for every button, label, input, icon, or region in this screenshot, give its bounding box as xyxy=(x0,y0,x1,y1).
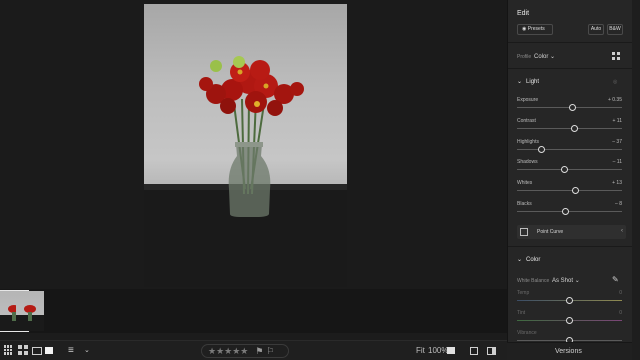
star-rating[interactable]: ★★★★★ ⚑ ⚐ xyxy=(201,344,289,358)
chevron-down-icon: ⌄ xyxy=(574,278,580,284)
versions-label: Versions xyxy=(555,348,582,355)
main-photo[interactable] xyxy=(144,4,347,287)
slider-label: Highlights xyxy=(517,139,539,145)
slider-value[interactable]: – 11 xyxy=(613,159,622,165)
chevron-down-icon: ⌄ xyxy=(550,54,556,60)
rating-stars[interactable]: ★★★★★ xyxy=(208,346,248,357)
slider-tint[interactable]: Tint 0 xyxy=(517,310,622,328)
slider-knob[interactable] xyxy=(537,146,545,153)
profile-value: Color xyxy=(534,54,549,60)
color-section-header[interactable]: ⌄ Color xyxy=(517,256,540,263)
sort-icon[interactable]: ≡ xyxy=(68,345,74,357)
profile-label: Profile xyxy=(517,54,532,60)
slider-contrast[interactable]: Contrast + 11 xyxy=(517,118,622,136)
white-balance-label: White Balance xyxy=(517,278,550,284)
divider xyxy=(508,42,633,43)
slider-track[interactable] xyxy=(517,169,622,170)
slider-label: Temp xyxy=(517,290,530,296)
filmstrip-thumbnail[interactable] xyxy=(16,291,44,331)
slider-knob[interactable] xyxy=(571,125,579,132)
info-panel-icon[interactable] xyxy=(470,345,478,357)
grid-view-icon[interactable] xyxy=(18,345,28,357)
light-section-header[interactable]: ⌄ Light xyxy=(517,78,539,85)
more-options-icon[interactable]: ‹ xyxy=(621,228,623,234)
point-curve-row[interactable]: Point Curve ‹ xyxy=(517,225,626,239)
point-curve-label: Point Curve xyxy=(537,229,564,235)
presets-button[interactable]: ◉ Presets xyxy=(517,24,553,35)
slider-track[interactable] xyxy=(517,149,622,150)
slider-track[interactable] xyxy=(517,190,622,191)
divider xyxy=(508,68,633,69)
eyedropper-icon[interactable]: ✎ xyxy=(612,275,619,284)
reject-flag-icon[interactable]: ⚐ xyxy=(266,346,274,357)
slider-knob[interactable] xyxy=(566,297,573,304)
slider-value[interactable]: 0 xyxy=(619,310,622,316)
compare-split-icon[interactable] xyxy=(487,345,496,357)
auto-button[interactable]: Auto xyxy=(588,24,604,35)
bottom-toolbar: ≡ ⌄ ★★★★★ ⚑ ⚐ Fit 100% xyxy=(0,340,507,360)
flower-vase-illustration xyxy=(199,56,304,217)
zoom-dropdown-icon[interactable] xyxy=(447,345,455,357)
slider-value[interactable]: 0 xyxy=(619,290,622,296)
compare-view-icon[interactable] xyxy=(32,345,42,357)
zoom-fit-label[interactable]: Fit xyxy=(416,346,425,355)
slider-label: Whites xyxy=(517,180,533,186)
profile-dropdown[interactable]: Color ⌄ xyxy=(534,53,555,60)
chevron-down-icon: ⌄ xyxy=(517,257,523,263)
slider-highlights[interactable]: Highlights – 37 xyxy=(517,139,622,157)
light-section-title: Light xyxy=(526,79,540,85)
versions-bar[interactable]: Versions xyxy=(507,342,632,360)
edit-panel: Edit ◉ Presets Auto B&W Profile Color ⌄ … xyxy=(507,0,633,360)
slider-label: Tint xyxy=(517,310,526,316)
slider-label: Blacks xyxy=(517,201,532,207)
slider-track[interactable] xyxy=(517,128,622,129)
white-balance-value: As Shot xyxy=(552,278,574,284)
slider-value[interactable]: + 11 xyxy=(613,118,623,124)
filmstrip[interactable] xyxy=(0,289,507,333)
slider-track[interactable] xyxy=(517,211,622,212)
slider-label: Shadows xyxy=(517,159,538,165)
slider-label: Contrast xyxy=(517,118,536,124)
chevron-down-icon: ⌄ xyxy=(517,79,523,85)
color-section-title: Color xyxy=(526,257,541,263)
slider-knob[interactable] xyxy=(560,166,568,173)
slider-temp[interactable]: Temp 0 xyxy=(517,290,622,308)
slider-knob[interactable] xyxy=(566,317,573,324)
thumbnail-vase xyxy=(28,312,32,321)
slider-whites[interactable]: Whites + 13 xyxy=(517,180,622,198)
slider-knob[interactable] xyxy=(561,208,569,215)
white-balance-dropdown[interactable]: As Shot ⌄ xyxy=(552,277,580,284)
presets-label: Presets xyxy=(527,26,545,32)
profile-browser-icon[interactable] xyxy=(612,52,620,60)
zoom-value[interactable]: 100% xyxy=(428,346,448,355)
lightroom-app: ≡ ⌄ ★★★★★ ⚑ ⚐ Fit 100% Edit ◉ Presets Au… xyxy=(0,0,640,360)
list-view-icon[interactable] xyxy=(4,345,14,357)
edit-panel-title: Edit xyxy=(517,10,530,17)
bw-button[interactable]: B&W xyxy=(607,24,623,35)
curve-icon xyxy=(520,228,528,236)
slider-label: Vibrance xyxy=(517,330,537,336)
panel-scrollbar[interactable] xyxy=(632,0,640,360)
slider-value[interactable]: + 13 xyxy=(612,180,622,186)
slider-knob[interactable] xyxy=(572,187,580,194)
divider xyxy=(508,246,633,247)
slider-value[interactable]: – 37 xyxy=(612,139,622,145)
photo-canvas[interactable] xyxy=(0,0,507,289)
sort-chevron-icon[interactable]: ⌄ xyxy=(84,345,90,357)
slider-exposure[interactable]: Exposure + 0.35 xyxy=(517,97,622,115)
visibility-toggle-icon[interactable]: ◎ xyxy=(613,79,617,85)
slider-value[interactable]: + 0.35 xyxy=(608,97,622,103)
slider-knob[interactable] xyxy=(569,104,577,111)
slider-label: Exposure xyxy=(517,97,539,103)
detail-view-icon[interactable] xyxy=(45,345,53,357)
flag-icon[interactable]: ⚑ xyxy=(255,346,263,357)
slider-value[interactable]: – 8 xyxy=(615,201,622,207)
slider-blacks[interactable]: Blacks – 8 xyxy=(517,201,622,219)
slider-shadows[interactable]: Shadows – 11 xyxy=(517,159,622,177)
